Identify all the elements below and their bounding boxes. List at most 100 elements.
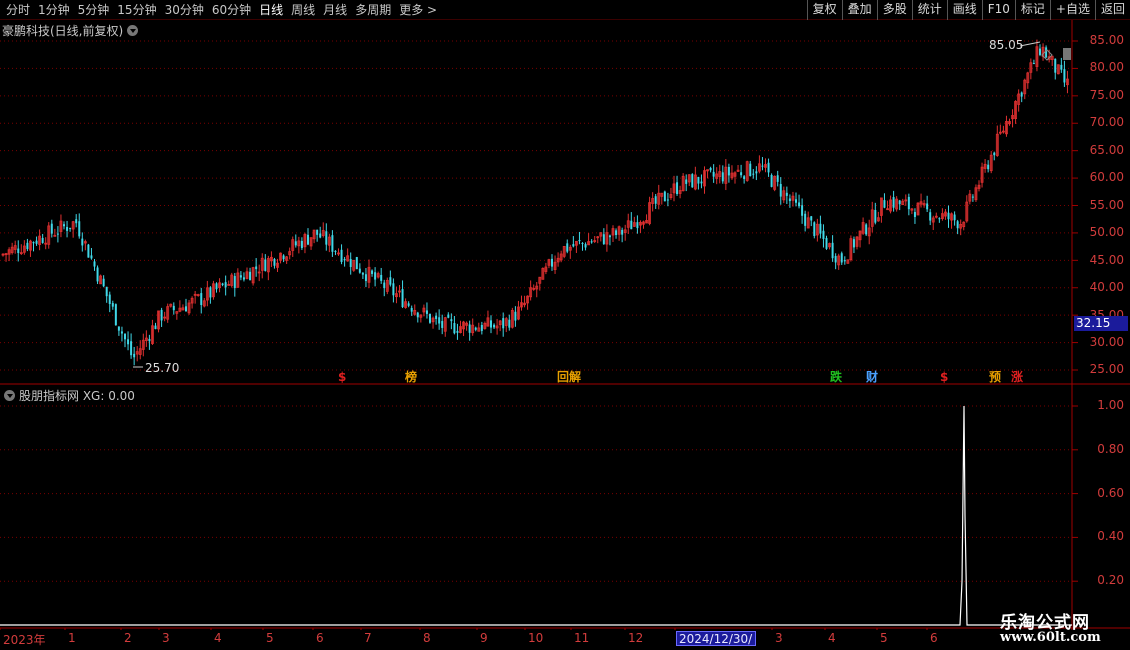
indicator-pane-menu-icon[interactable] bbox=[4, 390, 15, 401]
candle-body bbox=[17, 248, 20, 253]
candle-body bbox=[435, 315, 438, 319]
candle-body bbox=[319, 233, 322, 238]
candle-body bbox=[26, 242, 29, 250]
candle-body bbox=[676, 182, 679, 194]
candle-body bbox=[316, 229, 319, 235]
candle-body bbox=[224, 282, 227, 288]
period-tab[interactable]: 15分钟 bbox=[113, 0, 160, 20]
candle-body bbox=[41, 237, 44, 243]
indicator-xg-line bbox=[0, 405, 1072, 626]
x-tick-label: 9 bbox=[480, 631, 488, 645]
event-marker[interactable]: 预 bbox=[989, 370, 1001, 384]
x-tick-label: 6 bbox=[316, 631, 324, 645]
candle-body bbox=[493, 324, 496, 328]
period-tab[interactable]: 60分钟 bbox=[208, 0, 255, 20]
x-tick-label: 3 bbox=[162, 631, 170, 645]
candle-body bbox=[740, 172, 743, 176]
candle-body bbox=[602, 234, 605, 244]
y-tick-label: 55.00 bbox=[1089, 197, 1124, 212]
candle-body bbox=[453, 323, 456, 334]
toolbar-action-button[interactable]: 返回 bbox=[1094, 0, 1130, 20]
x-tick-label: 1 bbox=[68, 631, 76, 645]
candle-body bbox=[938, 218, 941, 220]
current-price-tag: 32.15 bbox=[1074, 316, 1128, 331]
y-tick-label: 30.00 bbox=[1089, 334, 1124, 349]
chart-canvas[interactable] bbox=[0, 20, 1130, 630]
toolbar-action-button[interactable]: 多股 bbox=[876, 0, 912, 20]
toolbar-action-button[interactable]: 叠加 bbox=[841, 0, 877, 20]
watermark-url: www.60lt.com bbox=[1000, 630, 1101, 645]
y-tick-label: 45.00 bbox=[1089, 252, 1124, 267]
event-marker[interactable]: $ bbox=[338, 370, 346, 384]
event-marker[interactable]: 榜 bbox=[405, 370, 417, 384]
candle-body bbox=[114, 304, 117, 326]
y-tick-label: 25.00 bbox=[1089, 362, 1124, 377]
candle-body bbox=[255, 266, 258, 270]
candle-body bbox=[685, 179, 688, 184]
x-tick-label: 11 bbox=[574, 631, 590, 645]
candle-body bbox=[383, 282, 386, 289]
candle-body bbox=[608, 235, 611, 238]
y-tick-label: 50.00 bbox=[1089, 225, 1124, 240]
candle-body bbox=[929, 212, 932, 221]
period-tab[interactable]: 分时 bbox=[2, 0, 34, 20]
x-tick-label: 2023年 bbox=[3, 633, 46, 647]
candle-body bbox=[874, 210, 877, 223]
candle-body bbox=[209, 287, 212, 298]
candle-body bbox=[578, 239, 581, 242]
event-marker[interactable]: $ bbox=[940, 370, 948, 384]
candle-body bbox=[913, 212, 916, 218]
candle-body bbox=[636, 222, 639, 229]
candle-body bbox=[572, 244, 575, 247]
period-tab[interactable]: 1分钟 bbox=[34, 0, 74, 20]
period-tab[interactable]: 日线 bbox=[255, 0, 287, 20]
toolbar-action-button[interactable]: 画线 bbox=[946, 0, 982, 20]
candle-body bbox=[691, 174, 694, 188]
period-tab[interactable]: 周线 bbox=[287, 0, 319, 20]
y-tick-label: 65.00 bbox=[1089, 142, 1124, 157]
candle-body bbox=[160, 309, 163, 321]
indicator-pane-title: 股朋指标网 XG: 0.00 bbox=[4, 387, 135, 404]
period-tab[interactable]: 月线 bbox=[319, 0, 351, 20]
candle-body bbox=[712, 171, 715, 177]
candle-body bbox=[1060, 64, 1063, 70]
candle-body bbox=[441, 321, 444, 328]
toolbar-action-button[interactable]: 复权 bbox=[806, 0, 842, 20]
candle-body bbox=[108, 294, 111, 304]
event-marker[interactable]: 涨 bbox=[1011, 370, 1023, 384]
candle-body bbox=[697, 176, 700, 184]
toolbar-action-button[interactable]: 标记 bbox=[1014, 0, 1050, 20]
period-tab[interactable]: 30分钟 bbox=[161, 0, 208, 20]
candle-body bbox=[779, 183, 782, 197]
candle-body bbox=[456, 330, 459, 333]
candle-body bbox=[795, 199, 797, 203]
period-tab[interactable]: 更多 > bbox=[395, 0, 441, 20]
candle-body bbox=[892, 197, 895, 208]
event-marker[interactable]: 回解 bbox=[557, 370, 581, 384]
main-pane-title-text: 豪鹏科技(日线,前复权) bbox=[2, 24, 124, 38]
toolbar-action-button[interactable]: F10 bbox=[981, 0, 1015, 20]
candle-body bbox=[1063, 69, 1066, 83]
toolbar-action-button[interactable]: 统计 bbox=[911, 0, 947, 20]
candle-body bbox=[514, 311, 517, 321]
candle-body bbox=[468, 324, 471, 333]
y-tick-label: 60.00 bbox=[1089, 170, 1124, 185]
indicator-y-tick-label: 0.60 bbox=[1097, 485, 1124, 500]
cursor-date-box: 2024/12/30/一 bbox=[676, 631, 756, 650]
period-tab[interactable]: 5分钟 bbox=[74, 0, 114, 20]
main-pane-menu-icon[interactable] bbox=[127, 25, 139, 36]
x-tick-label: 4 bbox=[828, 631, 836, 645]
toolbar-action-button[interactable]: +自选 bbox=[1049, 0, 1095, 20]
action-bar: 复权 叠加 多股 统计 画线 F10 标记 +自选 返回 bbox=[806, 0, 1130, 20]
event-marker[interactable]: 跌 bbox=[830, 370, 842, 384]
period-tab[interactable]: 多周期 bbox=[351, 0, 395, 20]
candle-body bbox=[749, 163, 752, 177]
candle-body bbox=[615, 230, 618, 235]
candle-body bbox=[663, 191, 666, 202]
x-tick-label: 6 bbox=[930, 631, 938, 645]
low-price-label: 25.70 bbox=[145, 361, 180, 375]
candle-body bbox=[654, 196, 657, 204]
event-marker[interactable]: 财 bbox=[866, 370, 878, 384]
candle-body bbox=[1039, 48, 1041, 55]
candle-body bbox=[474, 327, 477, 330]
